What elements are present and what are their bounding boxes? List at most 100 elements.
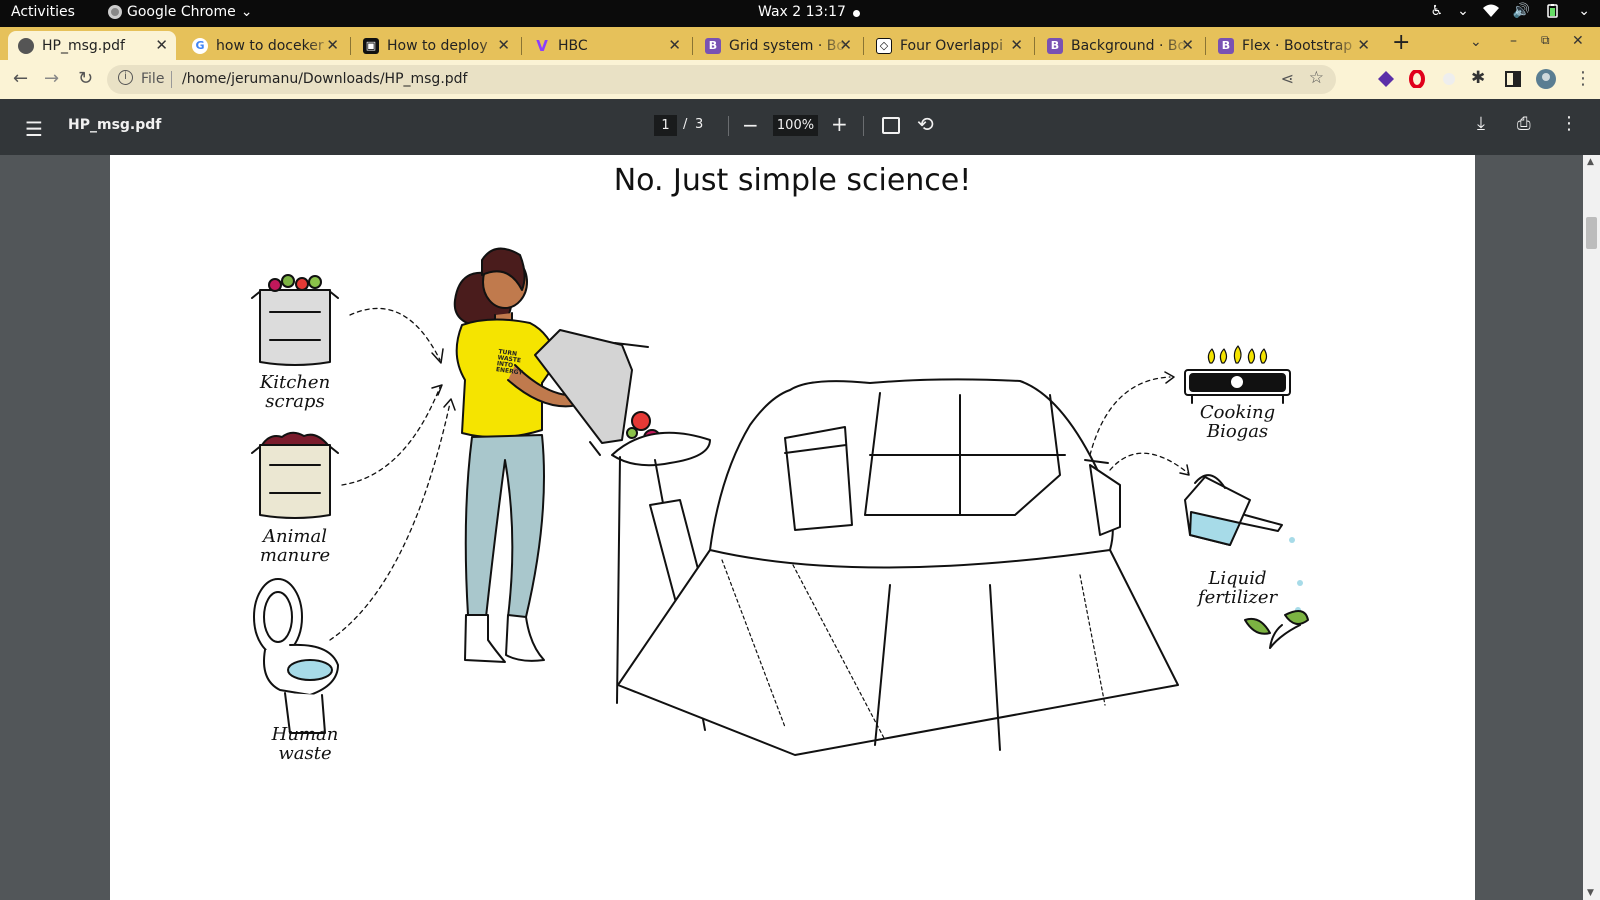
browser-toolbar: ← → ↻ i File /home/jerumanu/Downloads/HP…	[0, 60, 1600, 99]
chevron-down-icon: ⌄	[1457, 3, 1469, 19]
tab-search-chevron-icon[interactable]: ⌄	[1470, 34, 1482, 50]
label-human-waste: Human waste	[260, 725, 350, 763]
close-icon[interactable]: ✕	[1357, 36, 1370, 54]
address-bar[interactable]: i File /home/jerumanu/Downloads/HP_msg.p…	[107, 65, 1336, 94]
close-window-button[interactable]: ✕	[1572, 33, 1584, 49]
label-line: scraps	[265, 391, 325, 412]
vertical-scrollbar[interactable]: ▲ ▼	[1583, 155, 1600, 900]
bookmark-star-icon[interactable]: ☆	[1309, 68, 1324, 88]
clock[interactable]: Wax 2 13:17	[758, 4, 846, 20]
label-kitchen-scraps: Kitchen scraps	[250, 373, 340, 411]
bootstrap-icon: B	[1047, 37, 1063, 54]
download-icon[interactable]: ⤓	[1477, 113, 1485, 134]
share-icon[interactable]: ⋖	[1281, 69, 1294, 88]
label-line: Biogas	[1206, 421, 1269, 442]
profile-avatar[interactable]	[1536, 69, 1556, 89]
forward-arrow-icon[interactable]: →	[44, 68, 59, 89]
print-icon[interactable]: ⎙	[1517, 114, 1531, 134]
tab-four-overlapping[interactable]: ◇ Four Overlappi ✕	[866, 31, 1031, 60]
opera-extension-icon[interactable]	[1408, 70, 1426, 88]
arrowhead	[443, 398, 456, 411]
label-line: fertilizer	[1197, 587, 1278, 608]
app-menu[interactable]: Google Chrome ⌄	[108, 4, 252, 20]
scroll-up-arrow-icon[interactable]: ▲	[1587, 157, 1594, 167]
pdf-toolbar: ☰ HP_msg.pdf 1 / 3 − 100% + ⟲ ⤓ ⎙ ⋮	[0, 99, 1600, 155]
label-line: waste	[278, 743, 332, 764]
chrome-menu-icon[interactable]: ⋮	[1574, 68, 1592, 89]
tab-grid-system[interactable]: B Grid system · Bo ✕	[695, 31, 860, 60]
info-icon[interactable]: i	[118, 70, 133, 85]
vite-icon: V	[536, 36, 548, 55]
kitchen-scraps-bucket-icon	[251, 274, 339, 366]
new-tab-button[interactable]: +	[1392, 30, 1410, 55]
close-icon[interactable]: ✕	[155, 36, 168, 54]
notification-dot	[853, 10, 860, 17]
biogas-digester	[617, 378, 1179, 756]
system-tray[interactable]: ♿ ⌄ 🔊 ⌄	[1431, 3, 1590, 19]
close-icon[interactable]: ✕	[1181, 36, 1194, 54]
close-icon[interactable]: ✕	[1010, 36, 1023, 54]
tab-how-to-deploy[interactable]: ▣ How to deploy ✕	[353, 31, 518, 60]
side-panel-icon[interactable]	[1504, 70, 1522, 88]
label-cooking-biogas: Cooking Biogas	[1190, 403, 1285, 441]
more-options-icon[interactable]: ⋮	[1560, 113, 1578, 134]
extension-purple-icon[interactable]	[1377, 70, 1395, 88]
tab-background[interactable]: B Background · Bo ✕	[1037, 31, 1202, 60]
tab-flex-bootstrap[interactable]: B Flex · Bootstrap ✕	[1208, 31, 1378, 60]
pdf-viewer[interactable]: No. Just simple science! TURN WASTE INTO…	[0, 155, 1600, 900]
toolbar-divider	[728, 116, 729, 136]
extensions-puzzle-icon[interactable]: ✱	[1471, 68, 1489, 88]
url-text[interactable]: /home/jerumanu/Downloads/HP_msg.pdf	[182, 71, 467, 87]
back-arrow-icon[interactable]: ←	[13, 68, 28, 89]
minimize-button[interactable]: –	[1510, 33, 1517, 49]
tab-label: how to doceker	[216, 37, 324, 54]
close-icon[interactable]: ✕	[326, 36, 339, 54]
page-separator: /	[683, 117, 688, 132]
label-line: Animal	[263, 526, 327, 547]
tab-divider	[1205, 37, 1206, 55]
bootstrap-icon: B	[705, 37, 721, 54]
input-arrows	[329, 307, 451, 641]
hamburger-menu-icon[interactable]: ☰	[25, 117, 43, 141]
restore-button[interactable]: ⧉	[1541, 33, 1550, 48]
extension-faded-icon[interactable]	[1440, 70, 1458, 88]
label-liquid-fertilizer: Liquid fertilizer	[1190, 569, 1285, 607]
tab-label: Grid system · Bo	[729, 37, 845, 54]
tab-hp-msg-pdf[interactable]: HP_msg.pdf ✕	[8, 31, 176, 60]
scroll-down-arrow-icon[interactable]: ▼	[1587, 888, 1594, 898]
activities-button[interactable]: Activities	[11, 4, 75, 20]
tab-hbc[interactable]: V HBC ✕	[524, 31, 689, 60]
google-icon: G	[192, 37, 208, 54]
tab-label: Background · Bo	[1071, 37, 1187, 54]
gas-stove-icon	[1184, 345, 1291, 404]
zoom-level-input[interactable]: 100%	[773, 115, 818, 136]
label-animal-manure: Animal manure	[250, 527, 340, 565]
output-arrows	[1089, 376, 1189, 474]
label-line: manure	[259, 545, 331, 566]
wifi-icon	[1482, 4, 1499, 17]
chrome-icon	[108, 5, 122, 19]
label-line: Kitchen	[259, 372, 331, 393]
close-icon[interactable]: ✕	[839, 36, 852, 54]
accessibility-icon[interactable]: ♿	[1431, 3, 1444, 19]
zoom-out-button[interactable]: −	[742, 113, 759, 137]
url-divider	[171, 71, 172, 88]
chevron-down-icon: ⌄	[1578, 3, 1590, 19]
page-number-input[interactable]: 1	[654, 115, 677, 136]
close-icon[interactable]: ✕	[497, 36, 510, 54]
tab-label: Flex · Bootstrap	[1242, 37, 1353, 54]
scrollbar-thumb[interactable]	[1586, 217, 1597, 249]
tab-how-to-doceker[interactable]: G how to doceker ✕	[182, 31, 347, 60]
pdf-globe-icon	[18, 37, 34, 54]
zoom-in-button[interactable]: +	[831, 112, 848, 136]
label-line: Liquid	[1208, 568, 1267, 589]
codepen-icon: ◇	[876, 37, 892, 54]
reload-icon[interactable]: ↻	[78, 68, 93, 89]
rotate-icon[interactable]: ⟲	[917, 112, 934, 136]
shirt-slogan: TURN WASTE INTO ENERGY	[495, 348, 525, 377]
url-scheme: File	[141, 71, 165, 87]
app-name: Google Chrome	[127, 4, 236, 20]
fit-to-page-icon[interactable]	[882, 117, 900, 134]
volume-icon: 🔊	[1512, 3, 1531, 19]
close-icon[interactable]: ✕	[668, 36, 681, 54]
